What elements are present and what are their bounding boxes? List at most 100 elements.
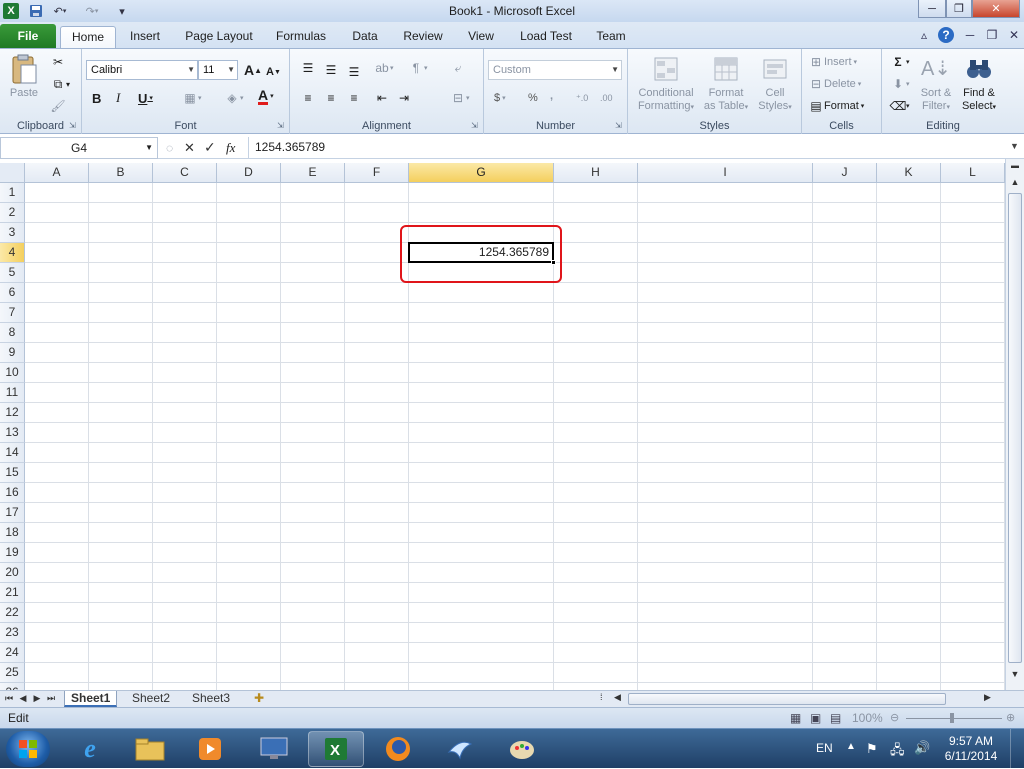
sheet-tab-sheet3[interactable]: Sheet3 xyxy=(186,691,236,707)
delete-cells-button[interactable]: ⊟ Delete ▾ xyxy=(808,75,861,93)
scroll-up-icon[interactable]: ▲ xyxy=(1007,177,1023,191)
language-indicator[interactable]: EN xyxy=(816,741,833,755)
row-header-26[interactable]: 26 xyxy=(0,683,25,690)
start-button[interactable] xyxy=(6,731,50,767)
formula-input[interactable]: 1254.365789 xyxy=(248,137,1010,159)
row-header-1[interactable]: 1 xyxy=(0,183,25,203)
name-box[interactable]: G4 ▼ xyxy=(0,137,158,159)
borders-button[interactable]: ▦ ▾ xyxy=(182,89,201,107)
tab-home[interactable]: Home xyxy=(60,26,116,48)
row-header-15[interactable]: 15 xyxy=(0,463,25,483)
clear-button[interactable]: ⌫ ▾ xyxy=(890,97,910,115)
column-header-c[interactable]: C xyxy=(153,163,217,183)
autosum-button[interactable]: Σ ▾ xyxy=(890,53,909,71)
help-icon[interactable]: ? xyxy=(938,27,954,43)
scroll-down-icon[interactable]: ▼ xyxy=(1007,669,1023,683)
zoom-level[interactable]: 100% xyxy=(852,711,883,725)
column-header-e[interactable]: E xyxy=(281,163,345,183)
row-header-6[interactable]: 6 xyxy=(0,283,25,303)
cut-button[interactable]: ✂ xyxy=(50,53,66,71)
grow-font-button[interactable]: A ▲ xyxy=(244,61,262,79)
volume-icon[interactable]: 🔊 xyxy=(914,740,930,756)
align-bottom-button[interactable]: ☰ xyxy=(346,63,362,81)
workbook-close-icon[interactable]: ✕ xyxy=(1006,27,1022,43)
percent-button[interactable]: % xyxy=(528,89,538,107)
format-cells-button[interactable]: ▤ Format ▾ xyxy=(808,97,864,115)
last-sheet-icon[interactable]: ⏭ xyxy=(46,693,56,705)
row-header-17[interactable]: 17 xyxy=(0,503,25,523)
worksheet-grid[interactable]: ABCDEFGHIJKL 1 2 3 4 5 6 7 8 9 10 11 12 13 14 15 16 17 18… xyxy=(0,163,1005,690)
row-header-3[interactable]: 3 xyxy=(0,223,25,243)
zoom-out-icon[interactable]: ⊖ xyxy=(890,711,899,724)
row-header-18[interactable]: 18 xyxy=(0,523,25,543)
decrease-decimal-button[interactable]: .00 xyxy=(600,89,613,107)
column-header-i[interactable]: I xyxy=(638,163,813,183)
show-desktop-button[interactable] xyxy=(1010,729,1024,769)
row-header-19[interactable]: 19 xyxy=(0,543,25,563)
media-player-icon[interactable] xyxy=(182,731,238,767)
row-header-11[interactable]: 11 xyxy=(0,383,25,403)
insert-worksheet-icon[interactable]: ✚ xyxy=(248,691,270,707)
row-header-5[interactable]: 5 xyxy=(0,263,25,283)
row-header-14[interactable]: 14 xyxy=(0,443,25,463)
row-header-12[interactable]: 12 xyxy=(0,403,25,423)
paint-icon[interactable] xyxy=(494,731,550,767)
row-header-4[interactable]: 4 xyxy=(0,243,25,263)
tab-page-layout[interactable]: Page Layout xyxy=(180,26,258,48)
column-header-j[interactable]: J xyxy=(813,163,877,183)
cell-styles-button[interactable]: Cell Styles▾ xyxy=(752,53,798,114)
rtl-button[interactable]: ¶ ▾ xyxy=(408,59,428,77)
action-center-flag-icon[interactable]: ⚑ xyxy=(866,741,878,757)
system-clock[interactable]: 9:57 AM 6/11/2014 xyxy=(940,734,1002,764)
vertical-scroll-thumb[interactable] xyxy=(1008,193,1022,663)
zoom-slider-thumb[interactable] xyxy=(950,713,954,723)
zoom-in-icon[interactable]: ⊕ xyxy=(1006,711,1015,724)
internet-explorer-icon[interactable]: e xyxy=(62,731,118,767)
row-header-20[interactable]: 20 xyxy=(0,563,25,583)
horizontal-scroll-thumb[interactable] xyxy=(628,693,946,705)
column-header-h[interactable]: H xyxy=(554,163,638,183)
sort-filter-button[interactable]: A⇣ Sort & Filter▾ xyxy=(916,53,956,114)
font-name-combo[interactable]: Calibri ▼ xyxy=(86,60,198,80)
fill-button[interactable]: ⬇ ▾ xyxy=(890,75,910,93)
row-header-23[interactable]: 23 xyxy=(0,623,25,643)
font-launcher-icon[interactable]: ⇲ xyxy=(277,122,286,131)
decrease-indent-button[interactable]: ⇤ xyxy=(374,89,390,107)
prev-sheet-icon[interactable]: ◀ xyxy=(18,693,28,705)
italic-button[interactable]: I xyxy=(116,89,120,107)
close-button[interactable]: ✕ xyxy=(972,0,1020,18)
copy-button[interactable]: ⧉ ▾ xyxy=(50,75,70,93)
font-size-combo[interactable]: 11 ▼ xyxy=(198,60,238,80)
fill-color-button[interactable]: ◈ ▾ xyxy=(224,89,243,107)
currency-button[interactable]: $ ▾ xyxy=(494,89,506,107)
column-header-g[interactable]: G xyxy=(409,163,554,183)
workbook-minimize-icon[interactable]: ─ xyxy=(962,27,978,43)
enter-entry-icon[interactable]: ✓ xyxy=(204,139,216,156)
format-painter-button[interactable]: 🖌 xyxy=(50,97,66,115)
vertical-scrollbar[interactable]: ▬ ▲ ▼ xyxy=(1005,159,1024,690)
row-header-13[interactable]: 13 xyxy=(0,423,25,443)
workbook-restore-icon[interactable]: ❐ xyxy=(984,27,1000,43)
firefox-icon[interactable] xyxy=(370,731,426,767)
font-color-button[interactable]: A ▾ xyxy=(258,87,274,105)
app-bird-icon[interactable] xyxy=(432,731,488,767)
align-middle-button[interactable]: ☰ xyxy=(323,61,339,79)
column-header-d[interactable]: D xyxy=(217,163,281,183)
column-header-a[interactable]: A xyxy=(25,163,89,183)
remote-desktop-icon[interactable] xyxy=(246,731,302,767)
column-header-f[interactable]: F xyxy=(345,163,409,183)
bold-button[interactable]: B xyxy=(92,89,101,107)
comma-button[interactable]: , xyxy=(550,87,553,105)
minimize-ribbon-icon[interactable]: ▵ xyxy=(916,27,932,43)
format-as-table-button[interactable]: Format as Table▾ xyxy=(700,53,752,114)
row-header-7[interactable]: 7 xyxy=(0,303,25,323)
row-header-25[interactable]: 25 xyxy=(0,663,25,683)
align-top-button[interactable]: ☰ xyxy=(300,59,316,77)
tab-split-handle[interactable]: ⁞ xyxy=(600,692,610,706)
page-layout-view-icon[interactable]: ▣ xyxy=(810,711,821,725)
cancel-entry-icon[interactable]: ✕ xyxy=(184,140,195,156)
row-header-8[interactable]: 8 xyxy=(0,323,25,343)
clipboard-launcher-icon[interactable]: ⇲ xyxy=(69,122,78,131)
number-format-combo[interactable]: Custom ▼ xyxy=(488,60,622,80)
scroll-left-icon[interactable]: ◀ xyxy=(614,692,626,706)
